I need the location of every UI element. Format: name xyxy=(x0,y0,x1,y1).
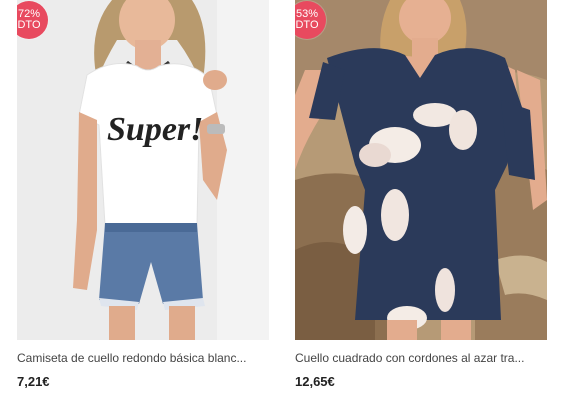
product-grid: Super! 72% DTO Camiseta de cuello redond… xyxy=(0,0,570,401)
product-image[interactable]: 53% DTO xyxy=(295,0,547,340)
product-card[interactable]: Super! 72% DTO Camiseta de cuello redond… xyxy=(17,0,269,401)
product-card[interactable]: 53% DTO Cuello cuadrado con cordones al … xyxy=(295,0,547,401)
discount-label: DTO xyxy=(17,19,41,31)
svg-text:Super!: Super! xyxy=(107,111,203,148)
discount-label: DTO xyxy=(295,19,319,31)
product-price: 7,21€ xyxy=(17,374,50,389)
product-title[interactable]: Camiseta de cuello redondo básica blanc.… xyxy=(17,351,269,365)
product-price: 12,65€ xyxy=(295,374,335,389)
product-title[interactable]: Cuello cuadrado con cordones al azar tra… xyxy=(295,351,547,365)
product-image[interactable]: Super! 72% DTO xyxy=(17,0,269,340)
